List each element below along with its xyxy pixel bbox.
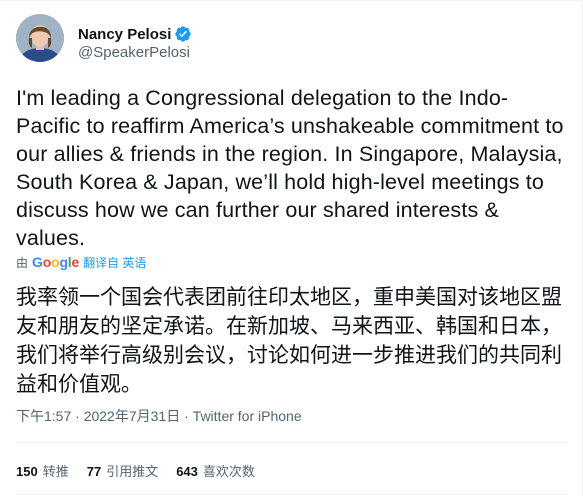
tweet-stats: 150 转推 77 引用推文 643 喜欢次数 — [16, 460, 273, 480]
likes-label: 喜欢次数 — [202, 463, 255, 479]
tweet-text: I'm leading a Congressional delegation t… — [16, 86, 570, 250]
translated-by-label: 由 — [16, 255, 29, 270]
likes-stat[interactable]: 643 喜欢次数 — [176, 461, 255, 480]
tweet-time[interactable]: 下午1:57 — [16, 408, 71, 424]
retweets-stat[interactable]: 150 转推 — [16, 461, 69, 480]
google-logo: Google — [32, 254, 80, 270]
meta-separator-2: · — [180, 408, 193, 424]
tweet-source[interactable]: Twitter for iPhone — [193, 408, 302, 424]
likes-count: 643 — [176, 463, 198, 479]
verified-badge-icon — [174, 25, 192, 43]
retweets-label: 转推 — [42, 463, 69, 479]
retweets-count: 150 — [16, 463, 38, 479]
translation-attribution: 由 Google 翻译自 英语 — [16, 252, 146, 272]
frame-top-border — [0, 0, 583, 1]
translated-text: 我率领一个国会代表团前往印太地区，重申美国对该地区盟友和朋友的坚定承诺。在新加坡… — [16, 285, 562, 396]
tweet-header: Nancy Pelosi @SpeakerPelosi — [16, 14, 566, 70]
quotes-count: 77 — [86, 463, 102, 479]
quotes-label: 引用推文 — [106, 463, 159, 479]
meta-separator: · — [71, 408, 84, 424]
divider-bottom — [16, 494, 568, 495]
quotes-stat[interactable]: 77 引用推文 — [87, 461, 158, 480]
avatar[interactable] — [16, 14, 64, 62]
tweet-date[interactable]: 2022年7月31日 — [84, 408, 181, 424]
author-name[interactable]: Nancy Pelosi — [78, 26, 171, 43]
tweet-meta: 下午1:57 · 2022年7月31日 · Twitter for iPhone — [16, 406, 302, 426]
divider — [16, 442, 568, 443]
author-name-row: Nancy Pelosi — [78, 23, 192, 45]
translated-from-link[interactable]: 翻译自 英语 — [83, 254, 146, 271]
author-handle[interactable]: @SpeakerPelosi — [78, 44, 190, 61]
avatar-photo — [16, 14, 64, 62]
